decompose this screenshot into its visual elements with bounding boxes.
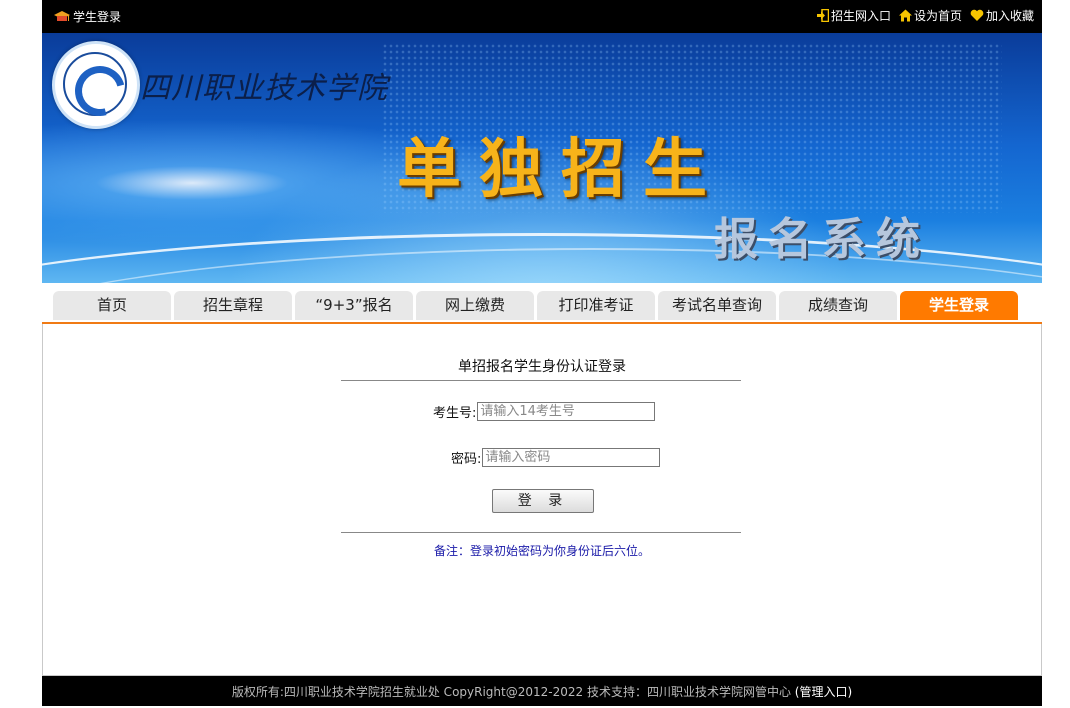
heart-icon xyxy=(970,9,984,22)
password-note: 备注：登录初始密码为你身份证后六位。 xyxy=(433,544,650,558)
tab-home[interactable]: 首页 xyxy=(53,291,171,320)
exam-no-input[interactable] xyxy=(477,402,656,421)
add-favorite-link[interactable]: 加入收藏 xyxy=(970,7,1034,24)
banner-subtitle: 报名系统 xyxy=(714,214,930,265)
main-nav: 首页 招生章程 “9+3”报名 网上缴费 打印准考证 考试名单查询 成绩查询 学… xyxy=(42,284,1042,324)
banner-title: 单独招生 xyxy=(397,133,725,207)
admin-entry-link[interactable]: (管理入口) xyxy=(795,685,852,699)
exam-no-row: 考生号: xyxy=(433,402,656,421)
divider-top xyxy=(341,380,741,381)
college-logo xyxy=(52,41,140,129)
graduation-cap-icon xyxy=(54,10,70,24)
tab-admissions-rules[interactable]: 招生章程 xyxy=(174,291,292,320)
top-bar: 学生登录 招生网入口 设为首页 加入收藏 xyxy=(42,0,1042,33)
home-icon xyxy=(898,9,912,22)
tab-score-query[interactable]: 成绩查询 xyxy=(779,291,897,320)
header-banner: 四川职业技术学院 单独招生 报名系统 xyxy=(42,33,1042,283)
tab-online-payment[interactable]: 网上缴费 xyxy=(416,291,534,320)
password-label: 密码: xyxy=(451,452,482,467)
enrollment-portal-label: 招生网入口 xyxy=(830,9,891,23)
add-favorite-label: 加入收藏 xyxy=(985,9,1034,23)
top-bar-title-group: 学生登录 xyxy=(54,8,121,25)
login-arrow-icon xyxy=(816,9,829,22)
exam-no-label: 考生号: xyxy=(433,406,477,421)
footer: 版权所有:四川职业技术学院招生就业处 CopyRight@2012-2022 技… xyxy=(42,676,1042,706)
tab-print-admission-ticket[interactable]: 打印准考证 xyxy=(537,291,655,320)
login-panel: 单招报名学生身份认证登录 考生号: 密码: 登 录 备注：登录初始密码为你身份证… xyxy=(42,324,1042,676)
college-name: 四川职业技术学院 xyxy=(140,71,388,106)
page-label: 学生登录 xyxy=(73,10,122,24)
login-form-title: 单招报名学生身份认证登录 xyxy=(458,359,626,375)
divider-bottom xyxy=(341,532,741,533)
set-homepage-label: 设为首页 xyxy=(913,9,962,23)
top-links: 招生网入口 设为首页 加入收藏 xyxy=(816,7,1034,24)
set-homepage-link[interactable]: 设为首页 xyxy=(898,7,962,24)
password-row: 密码: xyxy=(451,448,661,467)
password-input[interactable] xyxy=(482,448,661,467)
tab-student-login[interactable]: 学生登录 xyxy=(900,291,1018,320)
tab-9plus3-registration[interactable]: “9+3”报名 xyxy=(295,291,413,320)
enrollment-portal-link[interactable]: 招生网入口 xyxy=(816,7,891,24)
tab-exam-list-query[interactable]: 考试名单查询 xyxy=(658,291,776,320)
copyright-text: 版权所有:四川职业技术学院招生就业处 CopyRight@2012-2022 技… xyxy=(231,685,791,699)
login-button[interactable]: 登 录 xyxy=(492,489,594,513)
